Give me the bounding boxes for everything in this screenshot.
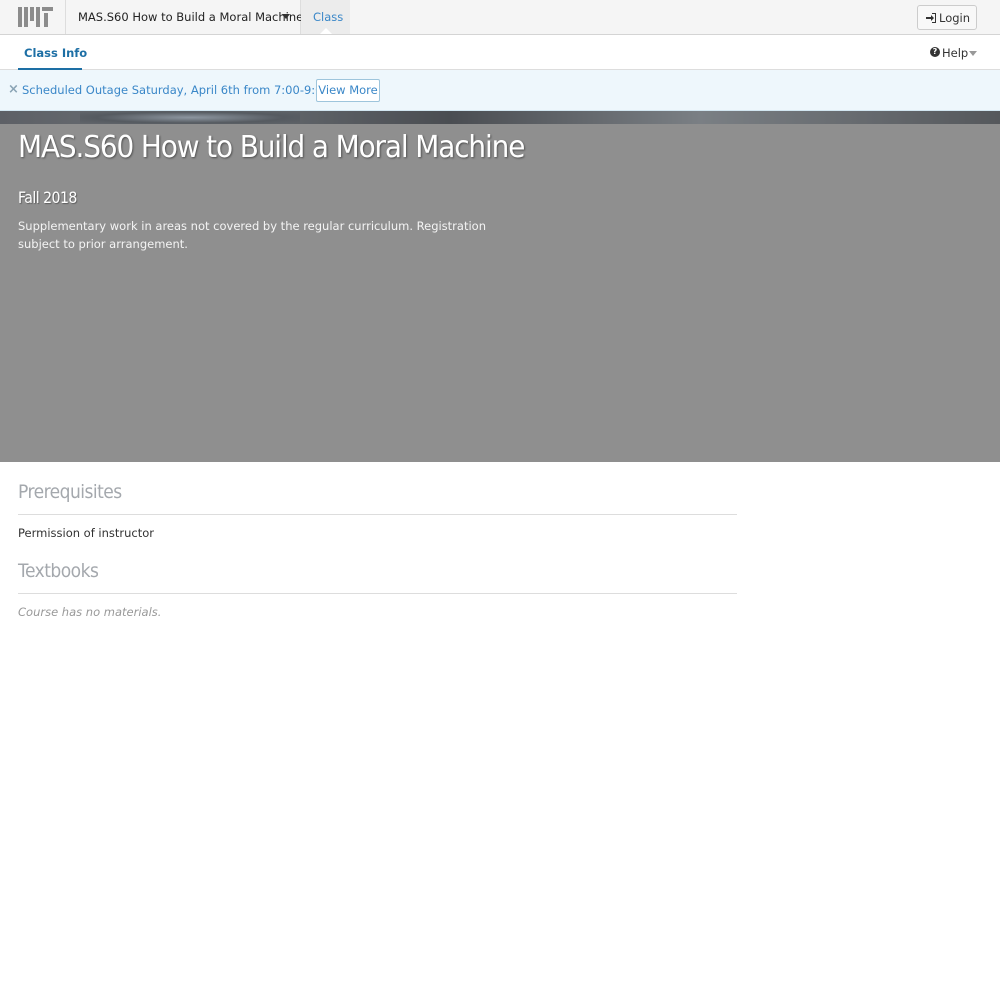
course-description: Supplementary work in areas not covered … [18,219,486,251]
prerequisites-text: Permission of instructor [18,526,155,540]
tab-class-info[interactable]: Class Info [18,35,87,70]
tab-class[interactable]: Class [301,0,350,34]
login-button[interactable]: Login [917,5,977,30]
course-dropdown[interactable]: MAS.S60 How to Build a Moral Machine [66,0,304,34]
active-tab-indicator [320,28,332,34]
course-term: Fall 2018 [18,188,77,207]
alert-message[interactable]: Scheduled Outage Saturday, April 6th fro… [22,83,348,97]
help-dropdown[interactable]: ? Help [928,46,980,62]
textbooks-empty-text: Course has no materials. [18,605,162,619]
home-logo-link[interactable] [0,0,66,34]
tab-class-info-label: Class Info [24,46,88,60]
sign-in-icon [926,13,936,23]
login-button-label: Login [939,11,971,25]
prerequisites-heading: Prerequisites [18,481,122,503]
caret-down-icon [969,51,977,56]
help-label: Help [942,46,969,60]
view-more-button[interactable]: View More [316,79,380,102]
mit-logo [18,7,53,27]
course-title: MAS.S60 How to Build a Moral Machine [18,130,525,165]
close-icon[interactable]: × [8,83,19,97]
hero-image-highlight [80,111,300,124]
outage-alert: × Scheduled Outage Saturday, April 6th f… [0,70,1000,111]
divider [18,593,737,594]
course-hero: MAS.S60 How to Build a Moral Machine Fal… [0,111,1000,462]
tab-class-label: Class [313,10,344,24]
caret-down-icon [282,14,290,19]
divider [18,514,737,515]
secondary-navbar: Class Info ? Help [0,35,1000,70]
course-dropdown-label: MAS.S60 How to Build a Moral Machine [78,10,304,24]
textbooks-heading: Textbooks [18,560,99,582]
top-navbar: MAS.S60 How to Build a Moral Machine Cla… [0,0,1000,35]
question-circle-icon: ? [930,47,940,57]
